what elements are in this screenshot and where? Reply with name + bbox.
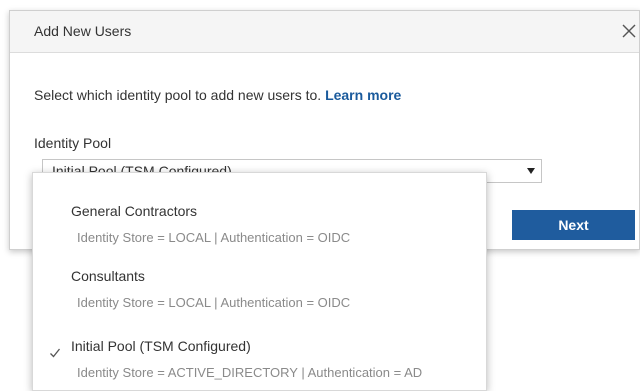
dialog-header: Add New Users (10, 11, 639, 53)
dropdown-option-initial-pool[interactable]: Initial Pool (TSM Configured) Identity S… (33, 330, 486, 390)
option-detail: Identity Store = LOCAL | Authentication … (77, 230, 351, 245)
dropdown-option-consultants[interactable]: Consultants Identity Store = LOCAL | Aut… (33, 260, 486, 320)
next-button[interactable]: Next (512, 210, 635, 240)
checkmark-icon (49, 346, 61, 358)
learn-more-link[interactable]: Learn more (325, 87, 401, 103)
instructions-text: Select which identity pool to add new us… (34, 87, 401, 103)
identity-pool-label: Identity Pool (34, 135, 112, 151)
option-name: General Contractors (71, 203, 198, 219)
identity-pool-dropdown-list: General Contractors Identity Store = LOC… (32, 172, 487, 391)
close-icon[interactable] (619, 21, 639, 41)
option-name: Consultants (71, 268, 145, 284)
instructions-label: Select which identity pool to add new us… (34, 87, 322, 103)
option-name: Initial Pool (TSM Configured) (71, 338, 251, 354)
dialog-title: Add New Users (34, 23, 132, 39)
chevron-down-icon[interactable] (527, 168, 535, 174)
option-detail: Identity Store = ACTIVE_DIRECTORY | Auth… (77, 365, 423, 380)
dropdown-option-general-contractors[interactable]: General Contractors Identity Store = LOC… (33, 193, 486, 253)
option-detail: Identity Store = LOCAL | Authentication … (77, 295, 351, 310)
